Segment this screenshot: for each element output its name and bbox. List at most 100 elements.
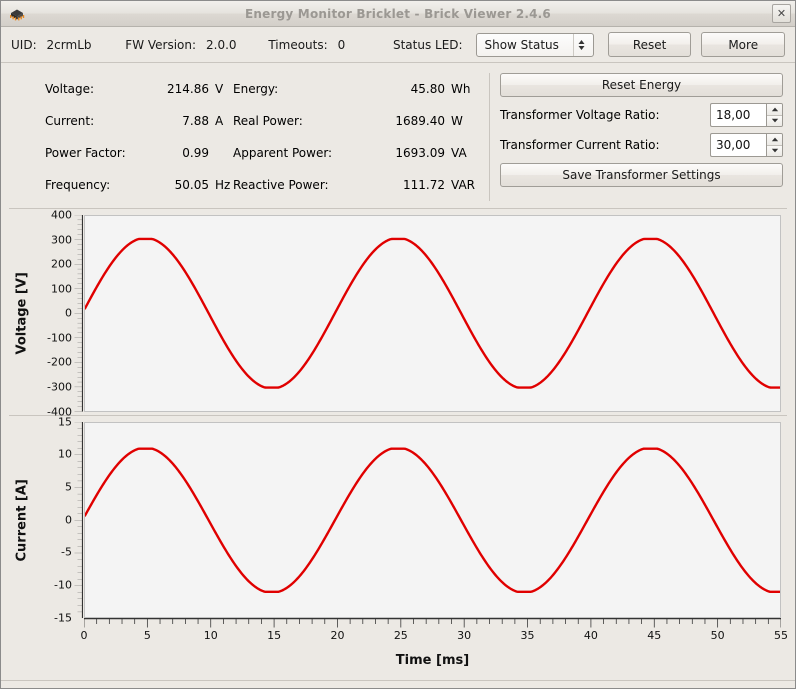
timeouts-value: 0: [337, 37, 346, 52]
y-tick-label: 200: [51, 257, 72, 271]
status-led-selected-value: Show Status: [484, 37, 559, 52]
x-tick-label: 20: [330, 629, 345, 642]
current-chart-y-axis: 15 10 5 0 -5 -10 -15: [33, 415, 83, 625]
x-tick-label: 0: [80, 629, 88, 642]
power-factor-unit: [209, 137, 233, 169]
x-axis-title: Time [ms]: [395, 653, 470, 668]
y-tick-label: 400: [51, 208, 72, 222]
apparent-power-value: 1693.09: [395, 146, 445, 160]
uid-value: 2crmLb: [46, 37, 92, 52]
chevron-down-icon[interactable]: [767, 145, 782, 156]
real-power-value: 1689.40: [395, 114, 445, 128]
current-ratio-input[interactable]: [710, 133, 766, 157]
reactive-power-value: 111.72: [403, 178, 445, 192]
x-tick-label: 35: [520, 629, 535, 642]
fw-version-label: FW Version:: [125, 37, 197, 52]
app-window: Energy Monitor Bricklet - Brick Viewer 2…: [0, 0, 796, 689]
window-title: Energy Monitor Bricklet - Brick Viewer 2…: [245, 6, 551, 21]
reset-button[interactable]: Reset: [607, 32, 692, 57]
energy-unit: Wh: [451, 82, 471, 96]
apparent-power-label: Apparent Power:: [233, 146, 333, 160]
reset-energy-button[interactable]: Reset Energy: [500, 73, 783, 97]
save-transformer-settings-button[interactable]: Save Transformer Settings: [500, 163, 783, 187]
y-tick-label: 5: [65, 480, 72, 494]
energy-value: 45.80: [410, 82, 445, 96]
y-tick-label: 15: [58, 415, 72, 428]
panel-divider: [489, 73, 490, 201]
reactive-power-unit: VAR: [451, 178, 475, 192]
charts-container: Voltage [V] 400 300 200 100 0 -100 -200 -300 -40…: [1, 209, 795, 680]
x-tick-labels: 0 5 10 15 20 25 30 35 40 45 50 55: [80, 629, 789, 645]
y-tick-label: -200: [47, 355, 72, 369]
chevron-up-icon[interactable]: [767, 134, 782, 146]
x-tick-label: 55: [774, 629, 788, 642]
x-axis: 0 5 10 15 20 25 30 35 40 45 50 55 Time [ms]: [1, 618, 795, 680]
x-tick-label: 25: [393, 629, 408, 642]
voltage-label: Voltage:: [45, 82, 95, 96]
y-tick-label: 0: [65, 513, 72, 527]
power-factor-value: 0.99: [182, 146, 209, 160]
current-plot-area[interactable]: [84, 421, 781, 618]
voltage-ratio-stepper[interactable]: [710, 103, 783, 127]
reactive-power-label: Reactive Power:: [233, 178, 329, 192]
real-power-label: Real Power:: [233, 114, 303, 128]
y-tick-label: -100: [47, 331, 72, 345]
voltage-ratio-row: Transformer Voltage Ratio:: [500, 103, 783, 127]
device-toolbar: UID: 2crmLb FW Version: 2.0.0 Timeouts: …: [1, 27, 795, 63]
current-value: 7.88: [182, 114, 209, 128]
current-label: Current:: [45, 114, 95, 128]
more-button[interactable]: More: [701, 32, 786, 57]
real-power-unit: W: [451, 114, 463, 128]
y-tick-label: -10: [54, 578, 72, 592]
voltage-chart: Voltage [V] 400 300 200 100 0 -100 -200 -300 -40…: [1, 209, 795, 418]
frequency-label: Frequency:: [45, 178, 111, 192]
chevron-up-icon[interactable]: [767, 104, 782, 116]
x-tick-label: 10: [203, 629, 218, 642]
current-ratio-label: Transformer Current Ratio:: [500, 138, 660, 152]
y-tick-label: 300: [51, 233, 72, 247]
y-tick-label: 100: [51, 282, 72, 296]
x-tick-label: 40: [583, 629, 598, 642]
tinkerforge-chip-icon: [7, 4, 27, 24]
status-led-select[interactable]: Show Status: [476, 32, 594, 57]
current-chart-ylabel: Current [A]: [14, 478, 30, 561]
status-bar: [1, 680, 795, 688]
voltage-unit: V: [215, 82, 224, 96]
x-tick-label: 50: [710, 629, 725, 642]
y-tick-label: 0: [65, 306, 72, 320]
current-ratio-stepper[interactable]: [710, 133, 783, 157]
status-led-label: Status LED:: [392, 37, 463, 52]
transformer-controls: Reset Energy Transformer Voltage Ratio:: [500, 73, 795, 201]
apparent-power-unit: VA: [451, 146, 467, 160]
y-tick-label: -300: [47, 380, 72, 394]
current-unit: A: [215, 114, 224, 128]
y-tick-label: 10: [58, 447, 72, 461]
energy-label: Energy:: [233, 82, 279, 96]
x-tick-label: 45: [647, 629, 662, 642]
voltage-ratio-input[interactable]: [710, 103, 766, 127]
voltage-chart-y-axis: 400 300 200 100 0 -100 -200 -300 -400: [33, 209, 83, 418]
chevron-down-icon[interactable]: [767, 115, 782, 126]
voltage-ratio-label: Transformer Voltage Ratio:: [500, 108, 660, 122]
current-ratio-spin-buttons[interactable]: [766, 133, 783, 157]
voltage-plot-area[interactable]: [84, 215, 781, 412]
power-factor-label: Power Factor:: [45, 146, 126, 160]
uid-label: UID:: [11, 37, 37, 52]
voltage-value: 214.86: [167, 82, 209, 96]
x-tick-label: 15: [267, 629, 282, 642]
title-bar: Energy Monitor Bricklet - Brick Viewer 2…: [1, 1, 795, 27]
readout-grid: Voltage: 214.86 V Energy: 45.80 Wh Curre…: [1, 73, 483, 201]
x-tick-label: 5: [143, 629, 151, 642]
y-tick-label: -5: [61, 545, 72, 559]
x-tick-label: 30: [457, 629, 472, 642]
voltage-ratio-spin-buttons[interactable]: [766, 103, 783, 127]
close-icon[interactable]: ✕: [772, 4, 791, 23]
timeouts-label: Timeouts:: [268, 37, 328, 52]
frequency-unit: Hz: [215, 178, 231, 192]
voltage-chart-ylabel: Voltage [V]: [14, 272, 30, 355]
measurements-panel: Voltage: 214.86 V Energy: 45.80 Wh Curre…: [1, 63, 795, 209]
current-ratio-row: Transformer Current Ratio:: [500, 133, 783, 157]
fw-version-value: 2.0.0: [206, 37, 237, 52]
frequency-value: 50.05: [174, 178, 209, 192]
current-chart: Current [A] 15 10 5 0 -5 -10 -15: [1, 415, 795, 625]
